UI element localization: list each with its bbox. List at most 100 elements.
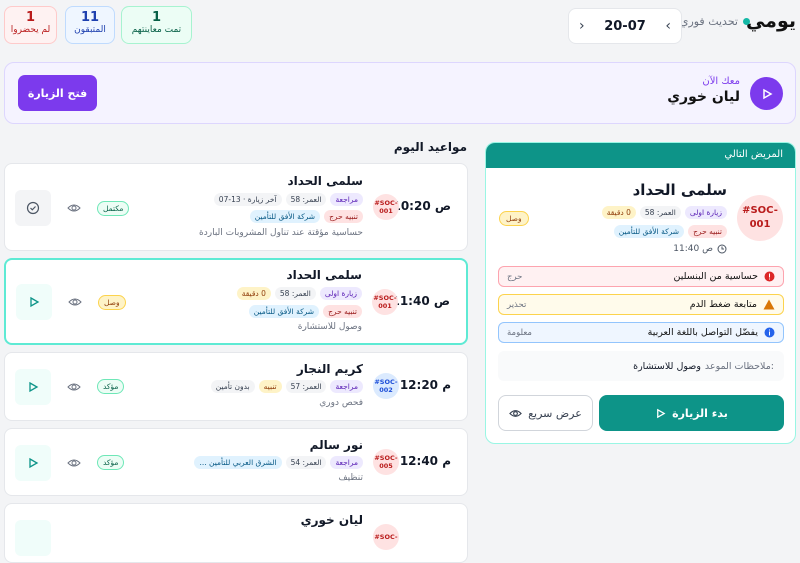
patient-name: سلمى الحداد xyxy=(286,268,362,282)
age-tag: العمر: 58 xyxy=(274,287,316,300)
alert-info: معلومة يفضّل التواصل باللغة العربية xyxy=(498,322,784,343)
play-icon[interactable] xyxy=(15,445,51,481)
patient-name: نور سالم xyxy=(309,438,363,452)
with-now-label: معك الآن xyxy=(702,76,740,87)
alert-text: يفضّل التواصل باللغة العربية xyxy=(647,327,758,338)
visit-type-tag: زيارة اولى xyxy=(319,287,362,300)
visit-type-tag: مراجعة xyxy=(330,193,363,206)
age-tag: العمر: 58 xyxy=(285,193,327,206)
insurance-tag: بدون تأمين xyxy=(210,380,255,393)
age-tag: العمر: 58 xyxy=(639,206,681,219)
patient-code: #SOC-001 xyxy=(373,194,399,220)
insurance-tag: شركة الأفق للتأمين xyxy=(248,305,320,318)
alert-level: معلومة xyxy=(507,327,532,338)
notes-value: وصول للاستشارة xyxy=(633,360,701,372)
appointment-note: حساسية مؤقتة عند تناول المشروبات الباردة xyxy=(199,228,363,238)
clock-icon xyxy=(717,244,727,254)
critical-alert-tag: تنبيه حرج xyxy=(323,305,362,318)
appointment-card[interactable]: ليان خوري #SOC- xyxy=(4,503,468,563)
appointment-card[interactable]: 12:20 م #SOC-002 كريم النجار مراجعة العم… xyxy=(4,352,468,421)
patient-code: #SOC-001 xyxy=(372,289,398,315)
current-patient-name: ليان خوري xyxy=(667,89,740,105)
appointment-card[interactable]: 12:40 م #SOC-005 نور سالم مراجعة العمر: … xyxy=(4,428,468,496)
stat-remaining-value: 11 xyxy=(80,10,100,25)
chevron-right-icon[interactable]: › xyxy=(579,18,585,34)
appointment-card[interactable]: 10:20 ص #SOC-001 سلمى الحداد مراجعة العم… xyxy=(4,163,468,251)
alert-tag: تنبيه xyxy=(258,380,282,393)
current-visit-banner: فتح الزيارة معك الآن ليان خوري xyxy=(4,62,796,124)
wait-time-tag: 0 دقيقة xyxy=(601,206,636,219)
visit-type-tag: مراجعة xyxy=(330,380,363,393)
patient-code: #SOC-002 xyxy=(373,373,399,399)
appointments-title: مواعيد اليوم xyxy=(393,140,467,154)
date-navigator: › 20-07 ‹ xyxy=(568,8,682,44)
appointment-note: فحص دوري xyxy=(319,398,363,408)
play-icon xyxy=(657,408,666,418)
insurance-tag: شركة الأفق للتأمين xyxy=(613,225,685,238)
appointment-note: تنظيف xyxy=(338,473,363,483)
stat-remaining-label: المتبقون xyxy=(74,25,106,35)
alert-level: تحذير xyxy=(507,299,527,310)
stat-remaining[interactable]: 11 المتبقون xyxy=(65,6,115,44)
appointment-note: وصول للاستشارة xyxy=(297,322,362,332)
next-patient-code: #SOC-001 xyxy=(737,195,783,241)
wait-time-tag: 0 دقيقة xyxy=(236,287,271,300)
appointment-time: 12:20 م xyxy=(399,378,451,392)
alert-warning: تحذير متابعة ضغط الدم xyxy=(498,294,784,315)
next-patient-name: سلمى الحداد xyxy=(632,181,727,199)
patient-code: #SOC- xyxy=(373,524,399,550)
refresh-label: تحديث فوري xyxy=(679,15,738,28)
patient-name: ليان خوري xyxy=(300,513,363,527)
play-icon[interactable] xyxy=(750,77,783,110)
appointment-time: 12:40 م xyxy=(399,454,451,468)
stat-seen[interactable]: 1 تمت معاينتهم xyxy=(121,6,192,44)
live-dot-icon xyxy=(743,18,750,25)
insurance-tag: شركة الأفق للتأمين xyxy=(249,210,321,223)
stat-no-show-label: لم يحضروا xyxy=(10,25,51,35)
insurance-tag: الشرق العربي للتأمين ... xyxy=(194,456,282,469)
play-icon[interactable] xyxy=(15,520,51,556)
critical-alert-tag: تنبيه حرج xyxy=(324,210,363,223)
appointment-notes: وصول للاستشارة ملاحظات الموعد: xyxy=(498,351,784,381)
live-refresh-indicator[interactable]: تحديث فوري xyxy=(680,15,750,28)
eye-icon[interactable] xyxy=(67,456,81,470)
alert-text: حساسية من البنسلين xyxy=(673,271,758,282)
status-badge: مؤكد xyxy=(97,455,125,470)
current-date[interactable]: 20-07 xyxy=(604,19,646,34)
quick-view-label: عرض سريع xyxy=(528,406,582,420)
appointment-card-selected[interactable]: 11:40 ص #SOC-001 سلمى الحداد زيارة اولى … xyxy=(4,258,468,345)
eye-icon[interactable] xyxy=(68,295,82,309)
stat-seen-label: تمت معاينتهم xyxy=(131,25,182,35)
next-patient-time: 11:40 ص xyxy=(673,244,727,254)
page-title: يومي xyxy=(745,10,796,32)
next-patient-header: المريض التالي xyxy=(486,143,795,168)
play-icon[interactable] xyxy=(15,369,51,405)
check-circle-icon[interactable] xyxy=(15,190,51,226)
age-tag: العمر: 57 xyxy=(285,380,327,393)
quick-view-button[interactable]: عرض سريع xyxy=(498,395,593,431)
stat-no-show[interactable]: 1 لم يحضروا xyxy=(4,6,57,44)
start-visit-label: بدء الزيارة xyxy=(672,406,728,420)
chevron-left-icon[interactable]: ‹ xyxy=(665,18,671,34)
appointment-time: 11:40 ص xyxy=(391,294,450,308)
patient-name: كريم النجار xyxy=(296,362,363,376)
info-icon xyxy=(764,327,775,338)
start-visit-button[interactable]: بدء الزيارة xyxy=(599,395,784,431)
status-badge: مكتمل xyxy=(97,201,130,216)
status-badge: وصل xyxy=(98,295,126,310)
eye-icon xyxy=(509,409,523,417)
stat-seen-value: 1 xyxy=(151,10,162,25)
warning-icon xyxy=(763,299,775,310)
stat-no-show-value: 1 xyxy=(25,10,36,25)
error-icon xyxy=(764,271,775,282)
appointment-time: 10:20 ص xyxy=(392,199,451,213)
visit-type-tag: زيارة اولى xyxy=(684,206,727,219)
status-badge: مؤكد xyxy=(97,379,125,394)
eye-icon[interactable] xyxy=(67,380,81,394)
eye-icon[interactable] xyxy=(67,201,81,215)
alert-text: متابعة ضغط الدم xyxy=(689,299,757,310)
alert-level: حرج xyxy=(507,271,523,282)
notes-label: ملاحظات الموعد: xyxy=(704,360,774,372)
play-icon[interactable] xyxy=(16,284,52,320)
open-visit-button[interactable]: فتح الزيارة xyxy=(18,75,97,111)
